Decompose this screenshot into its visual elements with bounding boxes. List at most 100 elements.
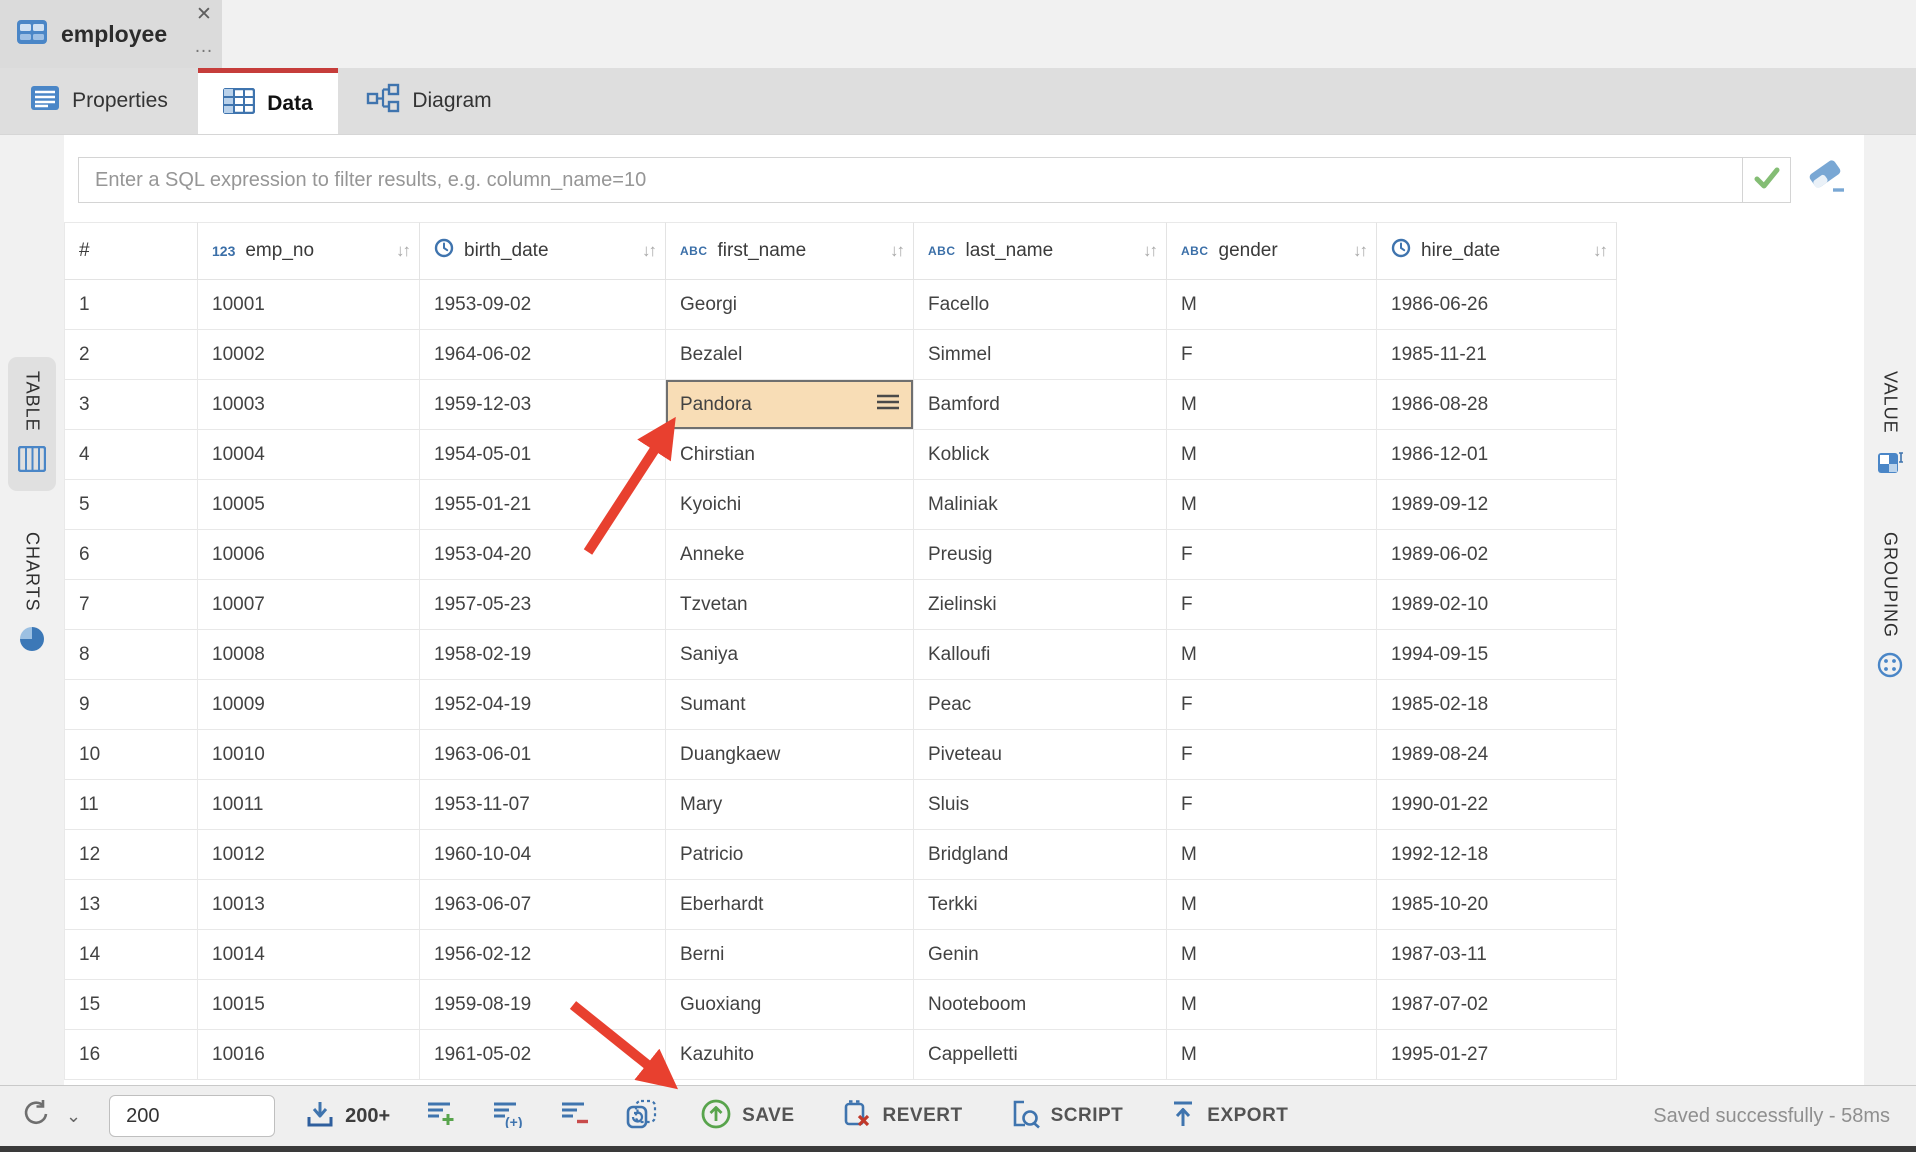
cell-hire_date[interactable]: 1986-08-28: [1377, 380, 1617, 430]
sort-icon[interactable]: ↓↑: [642, 241, 665, 261]
cell-birth_date[interactable]: 1957-05-23: [420, 580, 666, 630]
cell-birth_date[interactable]: 1953-09-02: [420, 280, 666, 330]
cell-last_name[interactable]: Zielinski: [914, 580, 1167, 630]
cell-birth_date[interactable]: 1963-06-01: [420, 730, 666, 780]
cell-hire_date[interactable]: 1987-07-02: [1377, 980, 1617, 1030]
cell-last_name[interactable]: Nooteboom: [914, 980, 1167, 1030]
cell-birth_date[interactable]: 1958-02-19: [420, 630, 666, 680]
cell-hire_date[interactable]: 1985-10-20: [1377, 880, 1617, 930]
column-header-last_name[interactable]: ABClast_name↓↑: [914, 222, 1167, 280]
cell-gender[interactable]: M: [1167, 430, 1377, 480]
cell-birth_date[interactable]: 1955-01-21: [420, 480, 666, 530]
row-number[interactable]: 8: [64, 630, 198, 680]
panel-grouping[interactable]: GROUPING: [1868, 518, 1912, 697]
column-header-birth_date[interactable]: birth_date↓↑: [420, 222, 666, 280]
cell-hire_date[interactable]: 1989-02-10: [1377, 580, 1617, 630]
cell-gender[interactable]: M: [1167, 630, 1377, 680]
cell-first_name[interactable]: Guoxiang: [666, 980, 914, 1030]
cell-hire_date[interactable]: 1985-11-21: [1377, 330, 1617, 380]
duplicate-row-button[interactable]: (+): [492, 1100, 524, 1133]
cell-last_name[interactable]: Sluis: [914, 780, 1167, 830]
cell-first_name[interactable]: Mary: [666, 780, 914, 830]
cell-emp_no[interactable]: 10009: [198, 680, 420, 730]
cell-hire_date[interactable]: 1986-12-01: [1377, 430, 1617, 480]
cell-hire_date[interactable]: 1995-01-27: [1377, 1030, 1617, 1080]
cell-first_name[interactable]: Duangkaew: [666, 730, 914, 780]
cell-gender[interactable]: F: [1167, 680, 1377, 730]
cell-last_name[interactable]: Cappelletti: [914, 1030, 1167, 1080]
cell-hire_date[interactable]: 1989-08-24: [1377, 730, 1617, 780]
cell-first_name[interactable]: Berni: [666, 930, 914, 980]
cell-emp_no[interactable]: 10007: [198, 580, 420, 630]
cell-hire_date[interactable]: 1985-02-18: [1377, 680, 1617, 730]
sort-icon[interactable]: ↓↑: [396, 241, 419, 261]
cell-emp_no[interactable]: 10012: [198, 830, 420, 880]
cell-emp_no[interactable]: 10006: [198, 530, 420, 580]
cell-first_name[interactable]: Kazuhito: [666, 1030, 914, 1080]
cell-first_name[interactable]: Kyoichi: [666, 480, 914, 530]
editor-tab-employee[interactable]: employee: [0, 0, 222, 68]
cell-gender[interactable]: M: [1167, 980, 1377, 1030]
delete-row-button[interactable]: [560, 1100, 590, 1133]
row-number[interactable]: 12: [64, 830, 198, 880]
cell-gender[interactable]: M: [1167, 280, 1377, 330]
cell-last_name[interactable]: Bamford: [914, 380, 1167, 430]
cell-birth_date[interactable]: 1953-11-07: [420, 780, 666, 830]
cell-last_name[interactable]: Koblick: [914, 430, 1167, 480]
cell-emp_no[interactable]: 10001: [198, 280, 420, 330]
sort-icon[interactable]: ↓↑: [1353, 241, 1376, 261]
script-button[interactable]: SCRIPT: [1009, 1099, 1124, 1134]
cell-birth_date[interactable]: 1959-12-03: [420, 380, 666, 430]
cell-gender[interactable]: F: [1167, 330, 1377, 380]
cell-last_name[interactable]: Peac: [914, 680, 1167, 730]
cell-first_name[interactable]: Tzvetan: [666, 580, 914, 630]
row-number[interactable]: 9: [64, 680, 198, 730]
row-number[interactable]: 7: [64, 580, 198, 630]
cell-gender[interactable]: F: [1167, 780, 1377, 830]
cell-emp_no[interactable]: 10014: [198, 930, 420, 980]
cell-birth_date[interactable]: 1956-02-12: [420, 930, 666, 980]
cell-birth_date[interactable]: 1952-04-19: [420, 680, 666, 730]
cell-last_name[interactable]: Terkki: [914, 880, 1167, 930]
apply-filter-button[interactable]: [1742, 157, 1791, 203]
cell-gender[interactable]: F: [1167, 580, 1377, 630]
tab-data[interactable]: Data: [198, 68, 338, 134]
cell-first_name[interactable]: Eberhardt: [666, 880, 914, 930]
refresh-rows-button[interactable]: [626, 1099, 658, 1134]
row-number[interactable]: 6: [64, 530, 198, 580]
cell-birth_date[interactable]: 1959-08-19: [420, 980, 666, 1030]
cell-emp_no[interactable]: 10008: [198, 630, 420, 680]
panel-charts[interactable]: CHARTS: [8, 518, 56, 671]
tab-properties[interactable]: Properties: [0, 68, 198, 134]
cell-emp_no[interactable]: 10005: [198, 480, 420, 530]
cell-first_name[interactable]: Anneke: [666, 530, 914, 580]
cell-hire_date[interactable]: 1989-06-02: [1377, 530, 1617, 580]
sort-icon[interactable]: ↓↑: [1143, 241, 1166, 261]
cell-gender[interactable]: F: [1167, 730, 1377, 780]
cell-last_name[interactable]: Facello: [914, 280, 1167, 330]
close-tab-icon[interactable]: ✕: [196, 3, 212, 26]
cell-birth_date[interactable]: 1961-05-02: [420, 1030, 666, 1080]
panel-value[interactable]: VALUE: [1868, 357, 1912, 495]
cell-first_name[interactable]: Chirstian: [666, 430, 914, 480]
panel-table[interactable]: TABLE: [8, 357, 56, 491]
cell-last_name[interactable]: Piveteau: [914, 730, 1167, 780]
cell-hire_date[interactable]: 1994-09-15: [1377, 630, 1617, 680]
cell-birth_date[interactable]: 1964-06-02: [420, 330, 666, 380]
row-number[interactable]: 14: [64, 930, 198, 980]
cell-hire_date[interactable]: 1987-03-11: [1377, 930, 1617, 980]
export-button[interactable]: EXPORT: [1169, 1099, 1288, 1134]
cell-hire_date[interactable]: 1989-09-12: [1377, 480, 1617, 530]
row-number[interactable]: 3: [64, 380, 198, 430]
cell-emp_no[interactable]: 10015: [198, 980, 420, 1030]
row-number[interactable]: 5: [64, 480, 198, 530]
cell-emp_no[interactable]: 10003: [198, 380, 420, 430]
row-number[interactable]: 13: [64, 880, 198, 930]
add-row-button[interactable]: [426, 1100, 456, 1133]
cell-emp_no[interactable]: 10011: [198, 780, 420, 830]
cell-birth_date[interactable]: 1960-10-04: [420, 830, 666, 880]
row-limit-input[interactable]: [109, 1095, 275, 1137]
cell-first_name[interactable]: Saniya: [666, 630, 914, 680]
sort-icon[interactable]: ↓↑: [890, 241, 913, 261]
cell-hire_date[interactable]: 1986-06-26: [1377, 280, 1617, 330]
